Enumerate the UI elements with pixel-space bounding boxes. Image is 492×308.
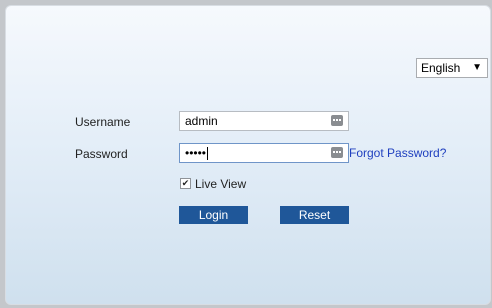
username-label: Username <box>75 115 131 129</box>
keyboard-icon[interactable] <box>331 115 343 126</box>
keyboard-icon[interactable] <box>331 147 343 158</box>
text-caret <box>207 147 209 161</box>
login-button[interactable]: Login <box>179 206 248 224</box>
forgot-password-link[interactable]: Forgot Password? <box>349 146 446 160</box>
language-select[interactable]: English ▼ <box>416 58 488 78</box>
chevron-down-icon: ▼ <box>472 62 482 73</box>
live-view-checkbox[interactable]: ✔ <box>180 178 191 189</box>
username-value: admin <box>185 114 218 128</box>
language-selected-value: English <box>421 61 461 75</box>
password-field[interactable]: ••••• <box>179 143 349 163</box>
username-field[interactable]: admin <box>179 111 349 131</box>
password-label: Password <box>75 147 128 161</box>
reset-button[interactable]: Reset <box>280 206 349 224</box>
live-view-label: Live View <box>195 177 247 191</box>
login-window-frame: English ▼ Username admin Password ••••• … <box>0 0 492 308</box>
password-value: ••••• <box>185 146 207 160</box>
